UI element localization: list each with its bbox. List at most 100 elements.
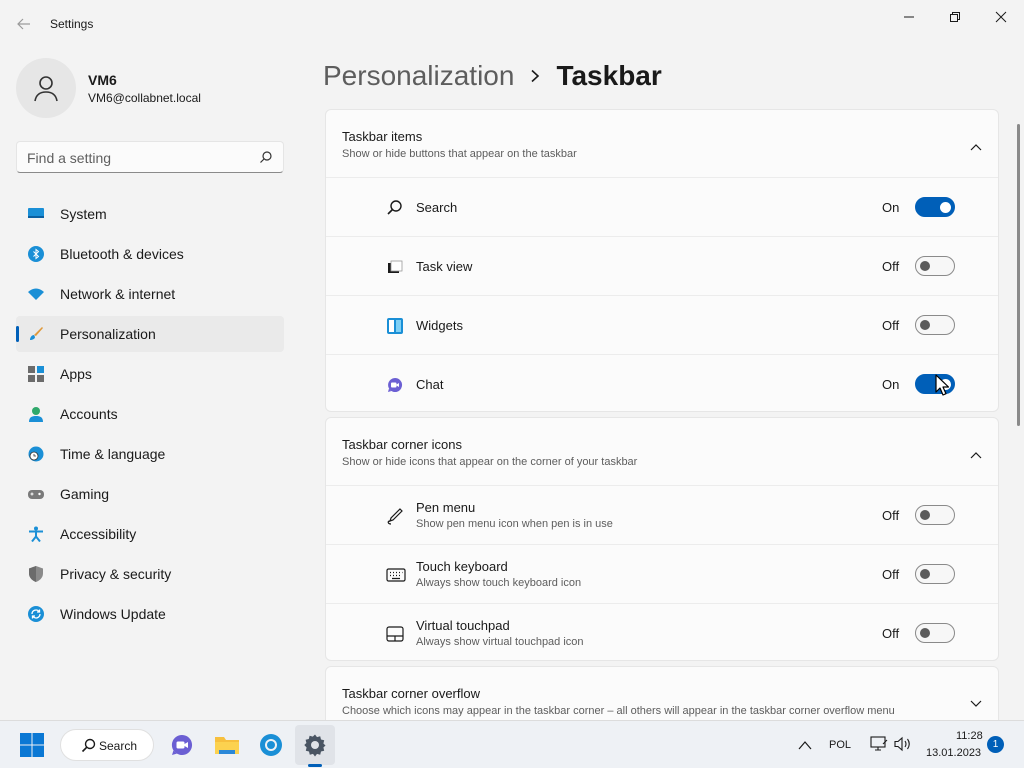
sidebar-item-windows-update[interactable]: Windows Update xyxy=(16,596,284,632)
mouse-cursor-icon xyxy=(935,374,950,401)
sidebar-item-network[interactable]: Network & internet xyxy=(16,276,284,312)
setting-row-widgets: Widgets Off xyxy=(326,295,998,354)
scrollbar[interactable] xyxy=(1017,124,1020,426)
sidebar-item-label: Network & internet xyxy=(60,286,176,302)
search-icon xyxy=(386,199,404,217)
taskbar-items-card: Taskbar items Show or hide buttons that … xyxy=(325,109,999,412)
taskbar-items-header[interactable]: Taskbar items Show or hide buttons that … xyxy=(326,110,998,178)
sidebar-item-label: System xyxy=(60,206,107,222)
toggle-knob xyxy=(920,628,930,638)
apps-icon xyxy=(28,366,44,382)
setting-row-task-view: Task view Off xyxy=(326,236,998,295)
gamepad-icon xyxy=(28,486,44,502)
clock-date[interactable]: 13.01.2023 xyxy=(926,747,981,759)
pen-icon xyxy=(386,507,404,525)
setting-label: Pen menu xyxy=(416,500,476,515)
chevron-up-icon[interactable] xyxy=(970,138,982,156)
chevron-down-icon[interactable] xyxy=(970,695,982,713)
sidebar-item-personalization[interactable]: Personalization xyxy=(16,316,284,352)
toggle-state-text: Off xyxy=(882,508,900,523)
brush-icon xyxy=(28,326,44,342)
sidebar-item-label: Gaming xyxy=(60,486,110,502)
setting-row-chat: Chat On xyxy=(326,354,998,411)
setting-description: Show pen menu icon when pen is in use xyxy=(416,518,613,530)
sidebar-item-apps[interactable]: Apps xyxy=(16,356,284,392)
page-title: Taskbar xyxy=(556,60,662,91)
input-language-indicator[interactable]: POL xyxy=(829,739,851,751)
sidebar-item-bluetooth[interactable]: Bluetooth & devices xyxy=(16,236,284,272)
sidebar-item-label: Accounts xyxy=(60,406,118,422)
corner-icons-header[interactable]: Taskbar corner icons Show or hide icons … xyxy=(326,418,998,486)
taskbar-settings-button[interactable] xyxy=(295,725,335,765)
update-icon xyxy=(28,606,44,622)
search-box[interactable] xyxy=(16,141,284,173)
bluetooth-icon xyxy=(28,246,44,262)
restore-button[interactable] xyxy=(932,2,978,32)
sidebar-item-label: Accessibility xyxy=(60,526,137,542)
taskbar-corner-icons-card: Taskbar corner icons Show or hide icons … xyxy=(325,417,999,661)
chat-icon xyxy=(386,376,404,394)
sidebar-item-gaming[interactable]: Gaming xyxy=(16,476,284,512)
setting-row-search: Search On xyxy=(326,177,998,236)
minimize-button[interactable] xyxy=(886,2,932,32)
start-button[interactable] xyxy=(12,725,52,765)
sidebar-item-time-language[interactable]: Time & language xyxy=(16,436,284,472)
toggle-state-text: Off xyxy=(882,626,900,641)
user-icon xyxy=(34,76,58,102)
breadcrumb: Personalization Taskbar xyxy=(323,58,662,94)
toggle-state-text: Off xyxy=(882,318,900,333)
sidebar-item-accounts[interactable]: Accounts xyxy=(16,396,284,432)
search-input[interactable] xyxy=(27,149,247,167)
toggle-state-text: On xyxy=(882,377,900,392)
show-hidden-icons-chevron-up-icon[interactable] xyxy=(798,737,812,755)
setting-label: Widgets xyxy=(416,318,463,333)
sidebar-item-system[interactable]: System xyxy=(16,196,284,232)
notification-badge[interactable]: 1 xyxy=(987,736,1004,753)
keyboard-icon xyxy=(386,566,406,584)
sidebar-item-privacy[interactable]: Privacy & security xyxy=(16,556,284,592)
toggle-knob xyxy=(920,320,930,330)
network-icon[interactable] xyxy=(870,736,888,757)
touchpad-icon xyxy=(386,625,404,643)
toggle-state-text: Off xyxy=(882,259,900,274)
sidebar-item-label: Privacy & security xyxy=(60,566,172,582)
search-toggle[interactable] xyxy=(915,197,955,217)
wifi-icon xyxy=(28,286,44,302)
chevron-up-icon[interactable] xyxy=(970,446,982,464)
taskbar-browser-button[interactable] xyxy=(251,725,291,765)
back-button[interactable] xyxy=(10,10,38,38)
breadcrumb-parent[interactable]: Personalization xyxy=(323,60,514,92)
pen-menu-toggle[interactable] xyxy=(915,505,955,525)
task-view-toggle[interactable] xyxy=(915,256,955,276)
sidebar-item-label: Windows Update xyxy=(60,606,166,622)
restore-icon xyxy=(950,12,960,22)
taskbar-chat-button[interactable] xyxy=(162,725,202,765)
clock-time[interactable]: 11:28 xyxy=(956,730,983,742)
toggle-knob xyxy=(920,510,930,520)
taskbar-file-explorer-button[interactable] xyxy=(207,725,247,765)
accounts-icon xyxy=(28,406,44,422)
taskbar-search-button[interactable]: Search xyxy=(60,729,154,761)
virtual-touchpad-toggle[interactable] xyxy=(915,623,955,643)
touch-keyboard-toggle[interactable] xyxy=(915,564,955,584)
volume-icon[interactable] xyxy=(893,736,913,757)
toggle-state-text: On xyxy=(882,200,900,215)
close-button[interactable] xyxy=(978,2,1024,32)
toggle-knob xyxy=(920,261,930,271)
task-view-icon xyxy=(386,258,404,276)
chevron-right-icon xyxy=(530,69,540,83)
setting-row-virtual-touchpad: Virtual touchpad Always show virtual tou… xyxy=(326,603,998,660)
sidebar-item-label: Bluetooth & devices xyxy=(60,246,184,262)
widgets-toggle[interactable] xyxy=(915,315,955,335)
windows-logo-icon xyxy=(20,733,44,757)
setting-label: Chat xyxy=(416,377,444,392)
avatar[interactable] xyxy=(16,58,76,118)
sidebar-item-accessibility[interactable]: Accessibility xyxy=(16,516,284,552)
taskbar: Search POL 11:28 13.01.2023 1 xyxy=(0,720,1024,768)
card-subtitle: Show or hide buttons that appear on the … xyxy=(342,148,577,160)
sidebar-item-label: Time & language xyxy=(60,446,166,462)
selection-indicator xyxy=(16,326,19,342)
search-icon[interactable] xyxy=(259,150,273,169)
setting-label: Search xyxy=(416,200,458,215)
shield-icon xyxy=(28,566,44,582)
